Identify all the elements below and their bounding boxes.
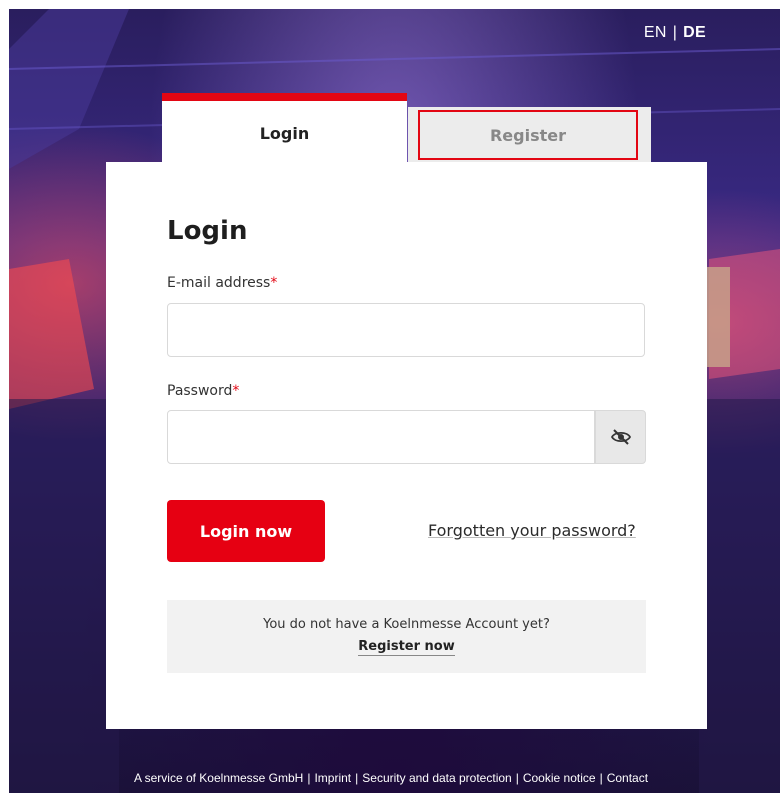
login-button[interactable]: Login now xyxy=(167,500,325,562)
tab-login[interactable]: Login xyxy=(162,93,407,165)
footer-separator: | xyxy=(307,771,311,785)
email-label: E-mail address* xyxy=(167,275,277,291)
email-label-text: E-mail address xyxy=(167,275,271,291)
required-marker: * xyxy=(232,383,240,399)
email-field-wrapper xyxy=(167,303,645,357)
language-switcher: EN | DE xyxy=(644,24,706,42)
email-field[interactable] xyxy=(168,304,644,356)
register-prompt-text: You do not have a Koelnmesse Account yet… xyxy=(263,617,550,632)
language-de[interactable]: DE xyxy=(683,24,706,41)
footer-separator: | xyxy=(599,771,603,785)
eye-slash-icon xyxy=(610,429,631,445)
toggle-password-visibility-button[interactable] xyxy=(595,410,646,464)
footer-separator: | xyxy=(515,771,519,785)
page-title: Login xyxy=(167,216,248,246)
language-separator: | xyxy=(672,24,678,41)
footer-cookie-link[interactable]: Cookie notice xyxy=(523,771,596,785)
footer-privacy-link[interactable]: Security and data protection xyxy=(362,771,511,785)
tab-register[interactable]: Register xyxy=(418,110,638,160)
password-label-text: Password xyxy=(167,383,233,399)
forgot-password-link[interactable]: Forgotten your password? xyxy=(428,521,636,540)
footer-imprint-link[interactable]: Imprint xyxy=(314,771,351,785)
register-prompt-box: You do not have a Koelnmesse Account yet… xyxy=(167,600,646,673)
password-field-wrapper xyxy=(167,410,595,464)
password-field[interactable] xyxy=(168,411,594,463)
footer: A service of Koelnmesse GmbH | Imprint | Sec… xyxy=(0,771,782,785)
footer-service: A service of Koelnmesse GmbH xyxy=(133,771,304,785)
password-label: Password* xyxy=(167,383,239,399)
required-marker: * xyxy=(270,275,278,291)
footer-separator: | xyxy=(355,771,359,785)
language-en[interactable]: EN xyxy=(644,24,667,41)
footer-contact-link[interactable]: Contact xyxy=(607,771,648,785)
register-now-link-wrapper: Register now xyxy=(167,639,646,656)
register-now-link[interactable]: Register now xyxy=(358,639,455,656)
login-card: Login E-mail address* Password* Login no… xyxy=(106,162,707,729)
